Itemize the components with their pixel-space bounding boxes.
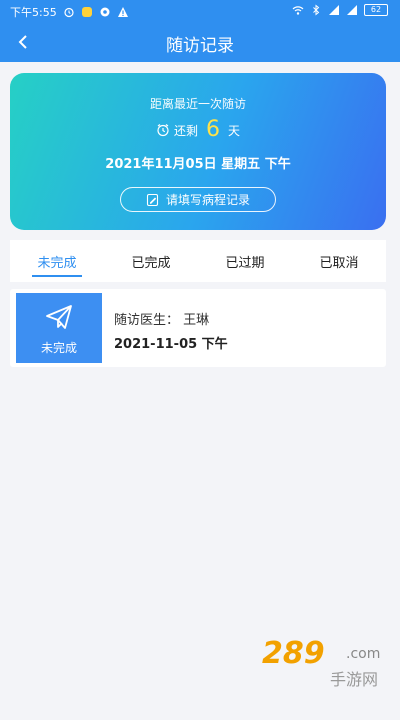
remaining-suffix: 天 <box>228 123 241 138</box>
remaining-days-count: 6 <box>206 117 220 142</box>
next-followup-heading: 距离最近一次随访 <box>149 97 246 111</box>
status-time: 下午5:55 <box>10 6 57 19</box>
notification-icon <box>81 7 92 17</box>
watermark-logo-text: 手游网 <box>330 670 379 689</box>
warning-icon <box>117 7 128 17</box>
watermark-logo-number: 289 <box>262 636 325 671</box>
followup-record-item[interactable]: 未完成 随访医生： 王琳 2021-11-05 下午 <box>10 289 386 367</box>
wifi-icon <box>292 6 304 15</box>
alarm-clock-icon <box>157 124 169 137</box>
fill-record-label: 请填写病程记录 <box>165 193 250 207</box>
watermark-logo-domain: .com <box>346 646 381 662</box>
bluetooth-icon <box>313 4 320 16</box>
tab-incomplete[interactable]: 未完成 <box>10 240 104 282</box>
tab-cancelled[interactable]: 已取消 <box>292 240 386 282</box>
alarm-icon <box>64 7 74 18</box>
gear-icon <box>100 7 110 17</box>
status-bar: 下午5:55 62 <box>0 0 400 22</box>
tab-expired[interactable]: 已过期 <box>198 240 292 282</box>
signal-icon <box>347 5 357 15</box>
remaining-prefix: 还剩 <box>173 123 198 138</box>
followup-doctor: 随访医生： 王琳 <box>114 313 210 328</box>
followup-date: 2021-11-05 下午 <box>114 337 228 352</box>
page-title: 随访记录 <box>166 36 234 56</box>
paper-plane-icon <box>46 305 72 329</box>
fill-record-button[interactable]: 请填写病程记录 <box>120 187 276 212</box>
status-badge: 未完成 <box>16 293 102 363</box>
nav-bar: 随访记录 <box>0 22 400 62</box>
remaining-days: 还剩 6 天 <box>10 119 386 141</box>
next-followup-card: 距离最近一次随访 还剩 6 天 2021年11月05日 星期五 下午 请填写病程… <box>10 73 386 230</box>
signal-icon <box>329 5 339 15</box>
battery-indicator: 62 <box>364 4 388 16</box>
status-tabs: 未完成 已完成 已过期 已取消 <box>10 240 386 282</box>
next-followup-date: 2021年11月05日 星期五 下午 <box>105 157 291 172</box>
tab-completed[interactable]: 已完成 <box>104 240 198 282</box>
status-badge-label: 未完成 <box>40 341 77 355</box>
watermark-logo: 289 .com 手游网 <box>262 636 382 696</box>
edit-icon <box>146 193 159 206</box>
